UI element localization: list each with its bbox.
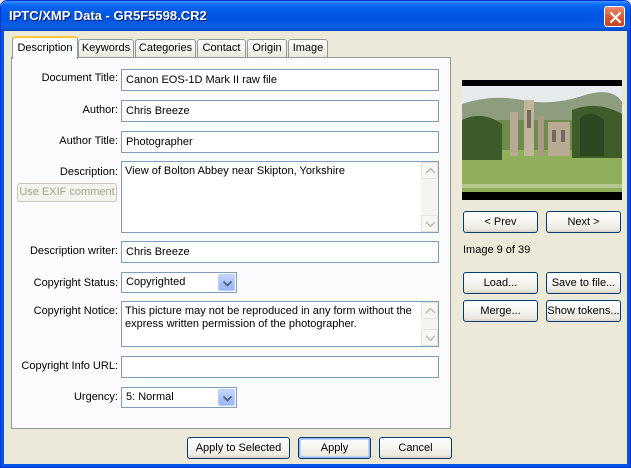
scroll-down-icon [426,221,435,227]
scroll-up-button[interactable] [421,162,438,179]
scroll-up-button[interactable] [421,302,438,319]
scroll-down-button[interactable] [421,329,438,346]
urgency-select[interactable]: 5: Normal [121,387,237,408]
copyright-notice-scrollbar[interactable] [421,302,438,346]
copyright-url-label: Copyright Info URL: [21,360,118,372]
description-textarea[interactable]: View of Bolton Abbey near Skipton, Yorks… [121,161,439,233]
copyright-url-field[interactable] [121,356,439,378]
copyright-status-value: Copyrighted [126,276,186,288]
urgency-value: 5: Normal [126,391,174,403]
iptc-dialog: IPTC/XMP Data - GR5F5598.CR2 Description… [0,0,631,468]
description-writer-label: Description writer: [29,245,118,257]
description-form: Document Title: Canon EOS-1D Mark II raw… [1,1,630,467]
use-exif-comment-button[interactable]: Use EXIF comment [17,183,117,202]
copyright-notice-label: Copyright Notice: [33,305,118,317]
chevron-down-icon [223,281,232,287]
copyright-status-label: Copyright Status: [33,277,118,289]
document-title-label: Document Title: [41,72,118,84]
document-title-field[interactable]: Canon EOS-1D Mark II raw file [121,69,439,91]
urgency-label: Urgency: [73,391,118,403]
scroll-up-icon [426,168,435,174]
description-writer-field[interactable]: Chris Breeze [121,241,439,263]
author-label: Author: [82,104,118,116]
urgency-dropdown-button[interactable] [218,389,235,406]
copyright-status-dropdown-button[interactable] [218,274,235,291]
copyright-notice-text: This picture may not be reproduced in an… [125,305,412,330]
description-label: Description: [59,166,118,178]
copyright-status-select[interactable]: Copyrighted [121,272,237,293]
copyright-notice-textarea[interactable]: This picture may not be reproduced in an… [121,301,439,347]
description-scrollbar[interactable] [421,162,438,232]
chevron-down-icon [223,396,232,402]
scroll-down-icon [426,335,435,341]
author-title-label: Author Title: [59,135,118,147]
author-field[interactable]: Chris Breeze [121,100,439,122]
description-text: View of Bolton Abbey near Skipton, Yorks… [125,165,345,177]
author-title-field[interactable]: Photographer [121,131,439,153]
scroll-down-button[interactable] [421,215,438,232]
scroll-up-icon [426,308,435,314]
